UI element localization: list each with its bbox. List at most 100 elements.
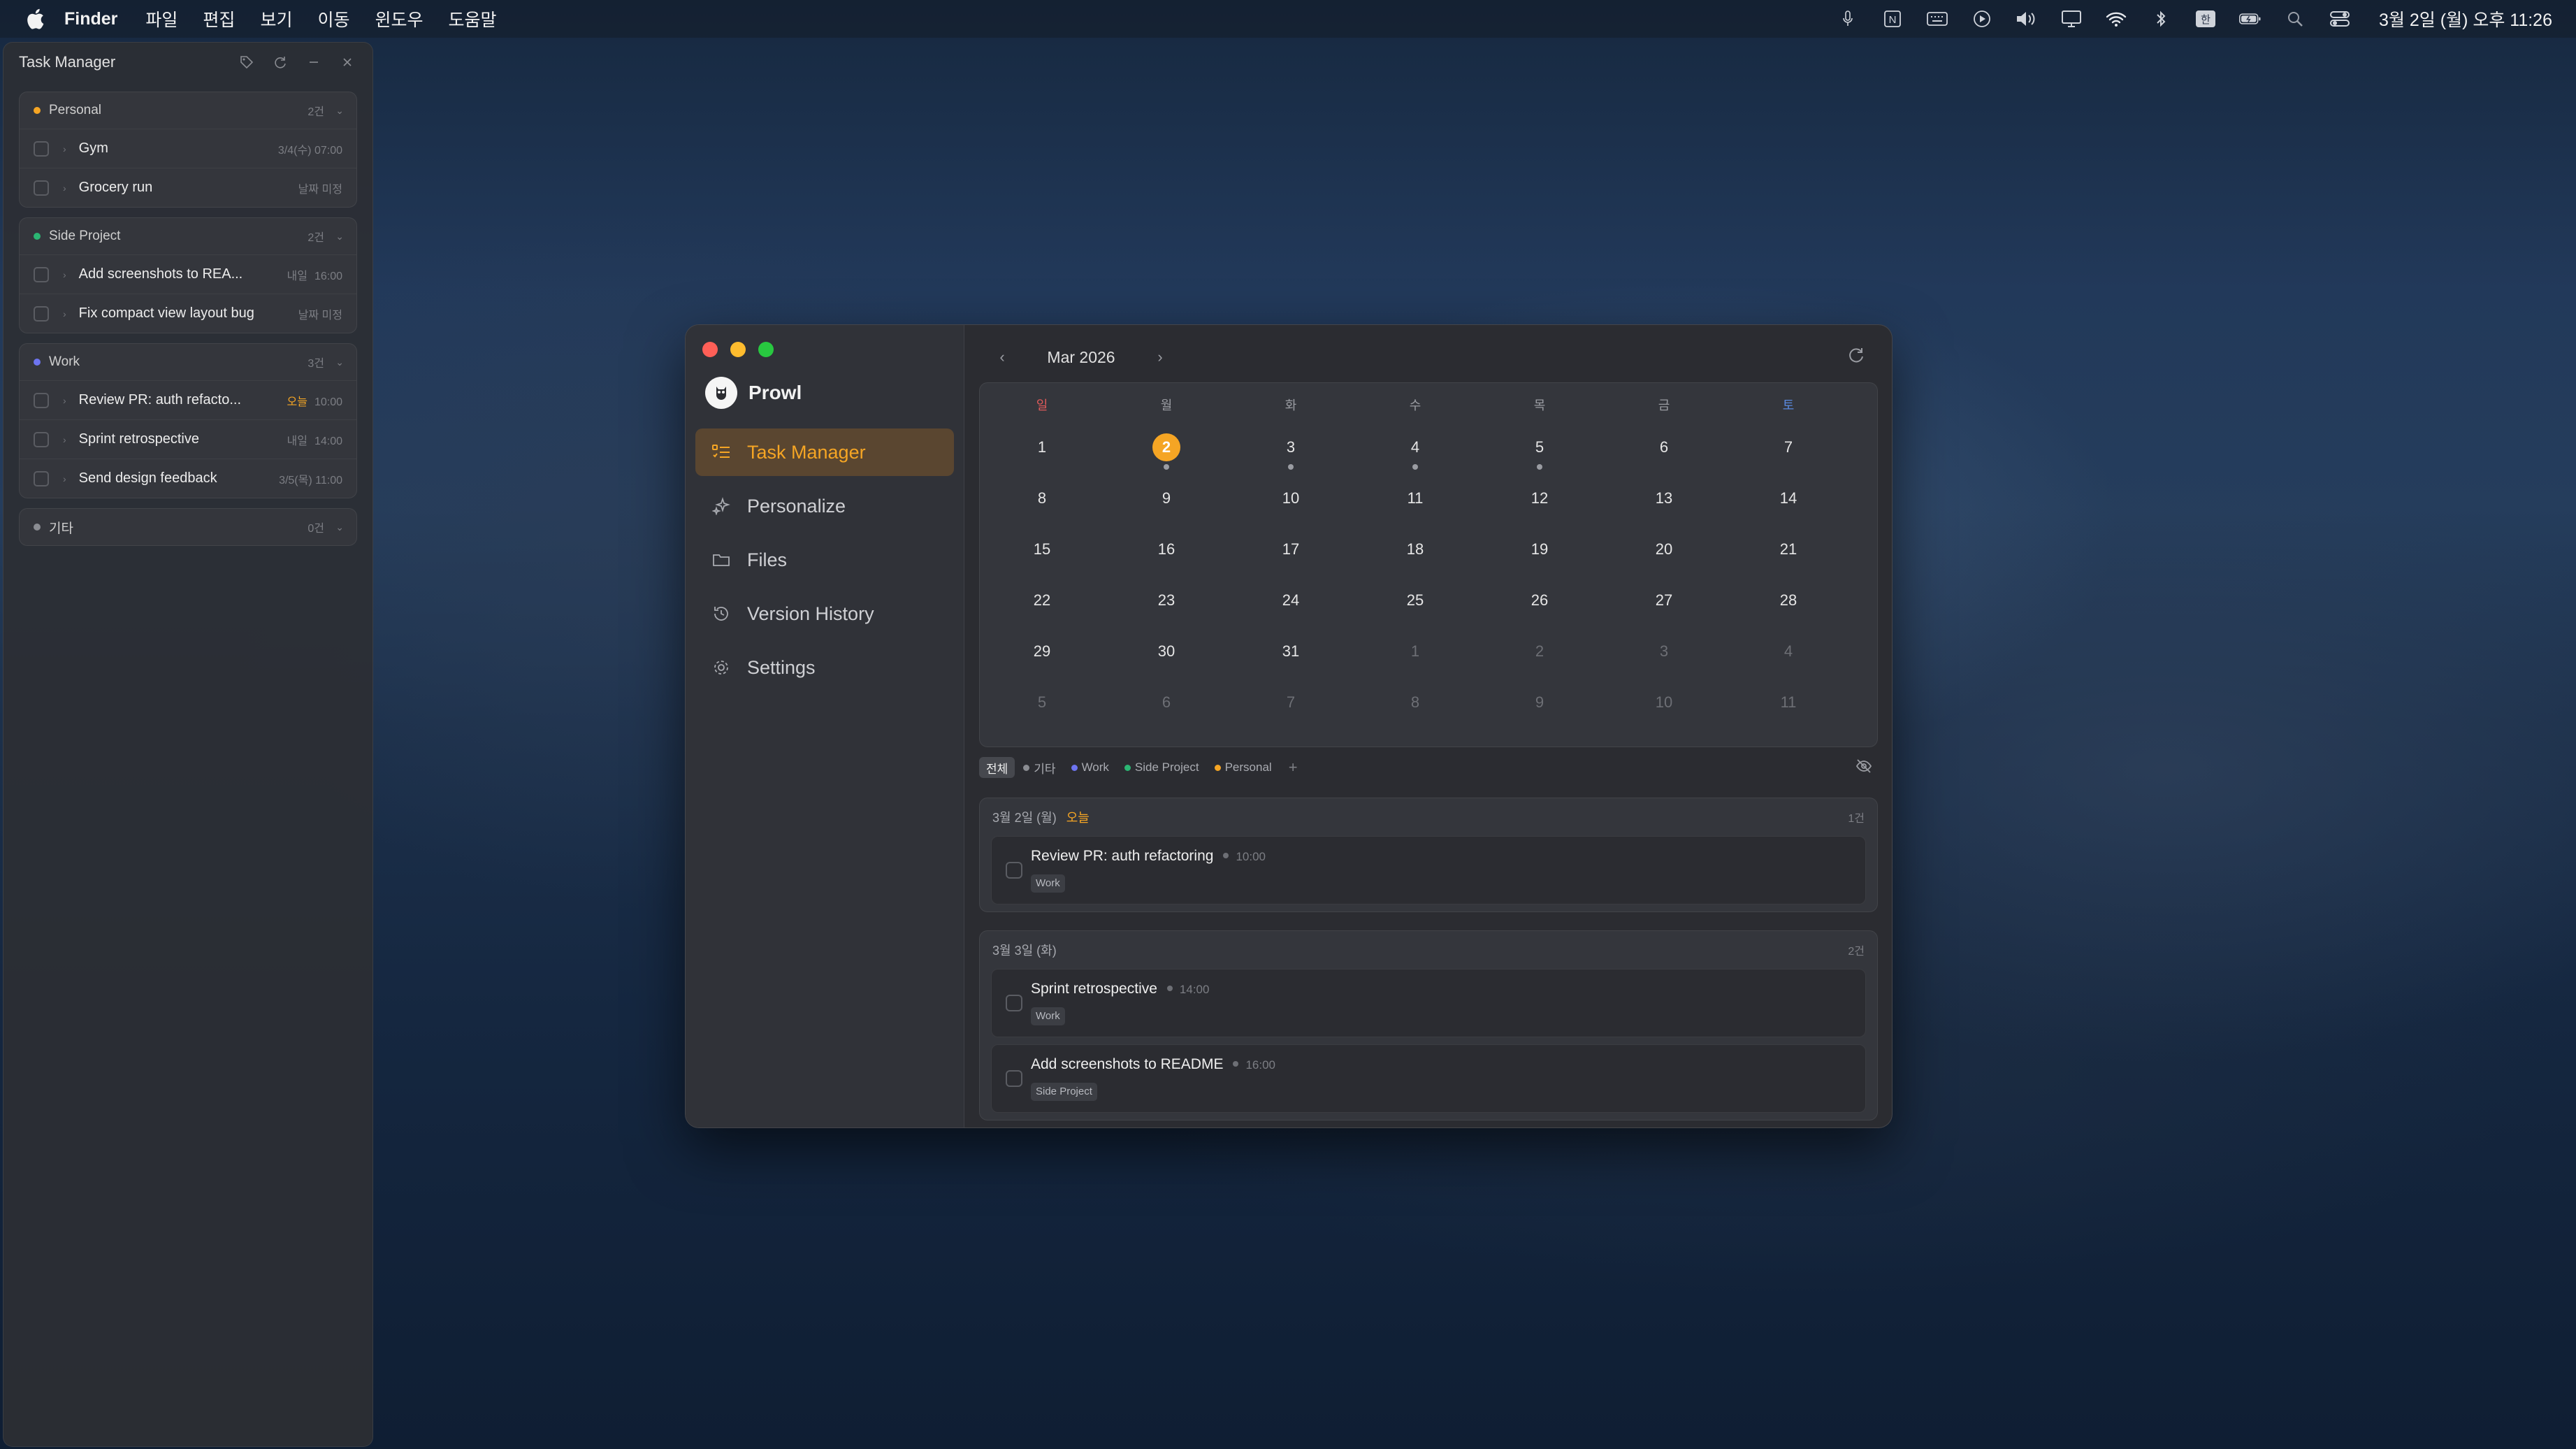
menu-help[interactable]: 도움말: [448, 6, 496, 31]
task-row[interactable]: › Add screenshots to REA... 내일 16:00: [20, 254, 356, 294]
chevron-right-icon[interactable]: ›: [63, 269, 66, 280]
chevron-down-icon[interactable]: ⌄: [335, 105, 344, 117]
chevron-down-icon[interactable]: ⌄: [335, 231, 344, 243]
task-card[interactable]: Sprint retrospective 14:00 Work: [991, 969, 1866, 1037]
minimize-icon[interactable]: [305, 54, 322, 71]
calendar-day[interactable]: 4: [1353, 433, 1477, 475]
task-checkbox[interactable]: [34, 180, 49, 196]
refresh-icon[interactable]: [272, 54, 289, 71]
calendar-day[interactable]: 9: [1104, 484, 1229, 526]
calendar-day[interactable]: 24: [1229, 586, 1353, 628]
group-header[interactable]: Work 3건 ⌄: [20, 344, 356, 380]
keyboard-icon[interactable]: [1926, 9, 1948, 29]
control-center-icon[interactable]: [2329, 9, 2351, 29]
calendar-day[interactable]: 31: [1229, 637, 1353, 679]
add-category-icon[interactable]: +: [1289, 758, 1298, 777]
task-row[interactable]: › Review PR: auth refacto... 오늘 10:00: [20, 380, 356, 419]
filter-personal[interactable]: Personal: [1208, 757, 1279, 778]
chevron-right-icon[interactable]: ›: [63, 143, 66, 154]
menu-window[interactable]: 윈도우: [375, 6, 423, 31]
sidebar-item-settings[interactable]: Settings: [695, 644, 954, 691]
chevron-right-icon[interactable]: ›: [63, 434, 66, 445]
task-checkbox[interactable]: [34, 431, 49, 447]
calendar-day-outside-month[interactable]: 8: [1353, 689, 1477, 730]
calendar-day[interactable]: 25: [1353, 586, 1477, 628]
task-checkbox[interactable]: [34, 266, 49, 282]
close-icon[interactable]: [339, 54, 356, 71]
calendar-day[interactable]: 19: [1477, 535, 1602, 577]
notion-icon[interactable]: N: [1881, 9, 1904, 29]
calendar-day[interactable]: 11: [1353, 484, 1477, 526]
chevron-right-icon[interactable]: ›: [63, 395, 66, 406]
filter-all[interactable]: 전체: [979, 757, 1015, 778]
play-icon[interactable]: [1971, 9, 1993, 29]
group-header[interactable]: 기타 0건 ⌄: [20, 509, 356, 545]
calendar-day-outside-month[interactable]: 5: [980, 689, 1104, 730]
chevron-left-icon[interactable]: ‹: [992, 348, 1013, 366]
calendar-day[interactable]: 7: [1726, 433, 1851, 475]
calendar-day[interactable]: 27: [1602, 586, 1726, 628]
menu-go[interactable]: 이동: [317, 6, 349, 31]
menu-clock[interactable]: 3월 2일 (월) 오후 11:26: [2379, 6, 2552, 31]
task-checkbox[interactable]: [1006, 1070, 1022, 1087]
group-header[interactable]: Side Project 2건 ⌄: [20, 218, 356, 254]
calendar-day[interactable]: 14: [1726, 484, 1851, 526]
sidebar-item-version-history[interactable]: Version History: [695, 590, 954, 637]
calendar-day[interactable]: 13: [1602, 484, 1726, 526]
calendar-day[interactable]: 10: [1229, 484, 1353, 526]
sidebar-item-personalize[interactable]: Personalize: [695, 482, 954, 530]
calendar-day-outside-month[interactable]: 1: [1353, 637, 1477, 679]
sidebar-item-files[interactable]: Files: [695, 536, 954, 584]
mic-icon[interactable]: [1837, 9, 1859, 29]
task-row[interactable]: › Sprint retrospective 내일 14:00: [20, 419, 356, 459]
calendar-day-outside-month[interactable]: 3: [1602, 637, 1726, 679]
sidebar-item-task-manager[interactable]: Task Manager: [695, 428, 954, 476]
input-source-icon[interactable]: 한: [2194, 9, 2217, 29]
calendar-day[interactable]: 3: [1229, 433, 1353, 475]
calendar-day[interactable]: 20: [1602, 535, 1726, 577]
task-checkbox[interactable]: [34, 392, 49, 408]
menu-edit[interactable]: 편집: [203, 6, 235, 31]
calendar-day[interactable]: 18: [1353, 535, 1477, 577]
calendar-day[interactable]: 26: [1477, 586, 1602, 628]
calendar-day-today[interactable]: 2: [1104, 433, 1229, 475]
menu-view[interactable]: 보기: [260, 6, 292, 31]
wifi-icon[interactable]: [2105, 9, 2127, 29]
calendar-day[interactable]: 17: [1229, 535, 1353, 577]
calendar-day-outside-month[interactable]: 9: [1477, 689, 1602, 730]
calendar-day[interactable]: 16: [1104, 535, 1229, 577]
task-checkbox[interactable]: [34, 305, 49, 322]
calendar-day-outside-month[interactable]: 7: [1229, 689, 1353, 730]
bluetooth-icon[interactable]: [2150, 9, 2172, 29]
refresh-icon[interactable]: [1847, 346, 1868, 367]
calendar-day-outside-month[interactable]: 6: [1104, 689, 1229, 730]
task-row[interactable]: › Grocery run 날짜 미정: [20, 168, 356, 207]
calendar-day[interactable]: 12: [1477, 484, 1602, 526]
chevron-down-icon[interactable]: ⌄: [335, 521, 344, 533]
calendar-day[interactable]: 28: [1726, 586, 1851, 628]
calendar-day[interactable]: 30: [1104, 637, 1229, 679]
calendar-day[interactable]: 15: [980, 535, 1104, 577]
task-card[interactable]: Add screenshots to README 16:00 Side Proj…: [991, 1044, 1866, 1113]
zoom-window-button[interactable]: [758, 342, 774, 357]
calendar-day[interactable]: 1: [980, 433, 1104, 475]
chevron-right-icon[interactable]: ›: [1150, 348, 1171, 366]
calendar-day[interactable]: 5: [1477, 433, 1602, 475]
calendar-day-outside-month[interactable]: 2: [1477, 637, 1602, 679]
calendar-day[interactable]: 22: [980, 586, 1104, 628]
chevron-down-icon[interactable]: ⌄: [335, 356, 344, 368]
group-header[interactable]: Personal 2건 ⌄: [20, 92, 356, 129]
eye-off-icon[interactable]: [1855, 758, 1874, 777]
task-row[interactable]: › Send design feedback 3/5(목) 11:00: [20, 459, 356, 498]
calendar-day[interactable]: 21: [1726, 535, 1851, 577]
task-row[interactable]: › Gym 3/4(수) 07:00: [20, 129, 356, 168]
calendar-day-outside-month[interactable]: 11: [1726, 689, 1851, 730]
filter-other[interactable]: 기타: [1016, 757, 1062, 778]
task-checkbox[interactable]: [1006, 995, 1022, 1011]
spotlight-icon[interactable]: [2284, 9, 2306, 29]
close-window-button[interactable]: [702, 342, 718, 357]
volume-icon[interactable]: [2016, 9, 2038, 29]
calendar-day[interactable]: 8: [980, 484, 1104, 526]
calendar-day-outside-month[interactable]: 4: [1726, 637, 1851, 679]
minimize-window-button[interactable]: [730, 342, 746, 357]
